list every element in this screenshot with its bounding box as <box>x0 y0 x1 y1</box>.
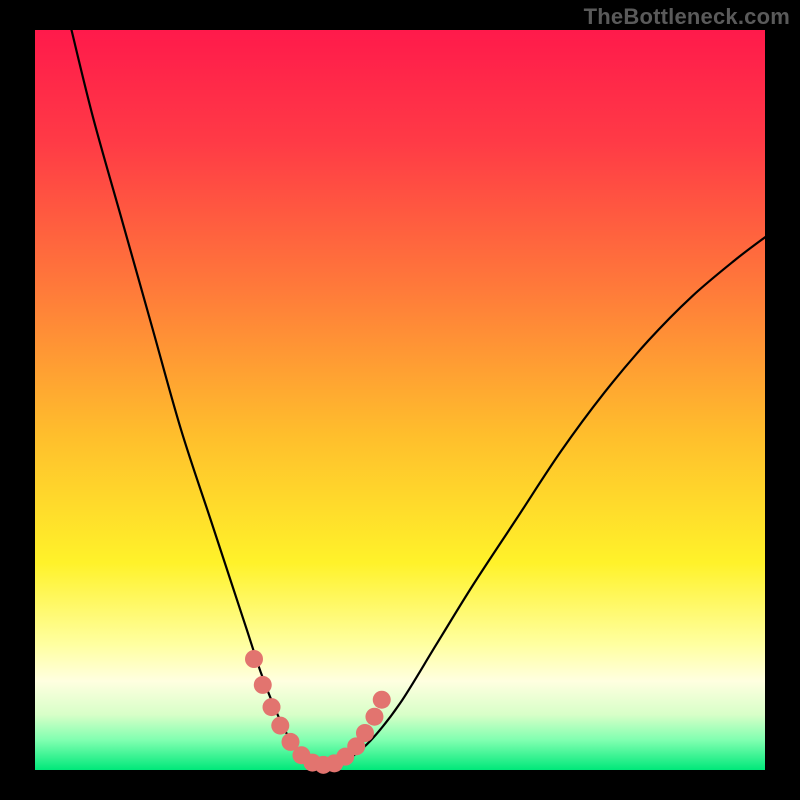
highlight-dot <box>373 691 391 709</box>
watermark-label: TheBottleneck.com <box>584 4 790 30</box>
chart-stage: TheBottleneck.com <box>0 0 800 800</box>
highlight-dot <box>356 724 374 742</box>
bottleneck-chart <box>0 0 800 800</box>
highlight-dot <box>254 676 272 694</box>
highlight-dot <box>365 708 383 726</box>
highlight-dot <box>245 650 263 668</box>
plot-background <box>35 30 765 770</box>
highlight-dot <box>263 698 281 716</box>
highlight-dot <box>271 717 289 735</box>
